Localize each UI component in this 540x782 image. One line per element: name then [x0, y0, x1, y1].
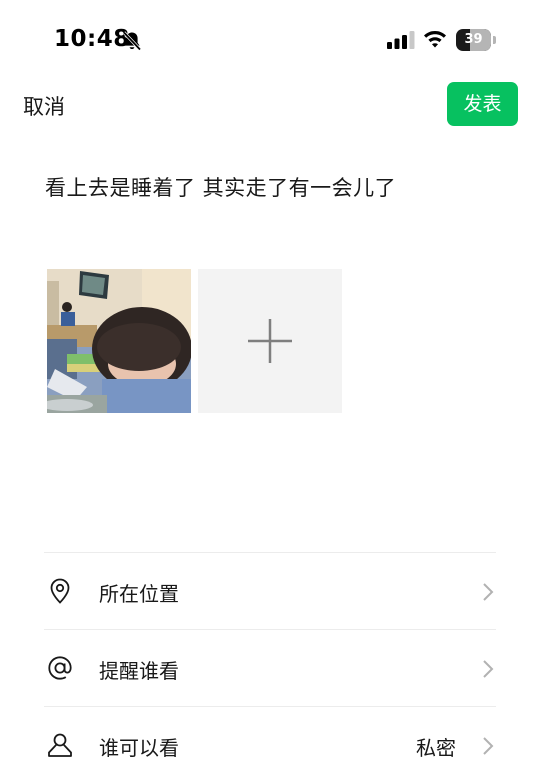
status-bar: 10:48 39: [0, 0, 540, 80]
cellular-signal-icon: [387, 31, 415, 49]
chevron-right-icon: [483, 737, 494, 755]
at-sign-icon: [48, 656, 72, 680]
option-label: 所在位置: [99, 582, 179, 606]
option-visibility[interactable]: 谁可以看 私密: [44, 707, 496, 782]
wifi-icon: [424, 31, 446, 48]
add-photo-button[interactable]: [198, 269, 342, 413]
option-label: 提醒谁看: [99, 659, 179, 683]
battery-level: 39: [464, 32, 483, 47]
option-value: 私密: [416, 736, 456, 760]
post-options-list: 所在位置 提醒谁看 谁可以看 私密: [44, 552, 496, 782]
bell-slash-icon: [122, 31, 142, 51]
chevron-right-icon: [483, 583, 494, 601]
battery-body: 39: [456, 29, 491, 51]
battery-tip: [493, 36, 496, 44]
photo-thumbnail[interactable]: [47, 269, 191, 413]
location-pin-icon: [50, 578, 70, 604]
photo-person-sleeping-on-desk: [47, 269, 191, 413]
cancel-button[interactable]: 取消: [23, 91, 65, 121]
person-icon: [48, 733, 72, 757]
publish-button[interactable]: 发表: [447, 82, 518, 126]
option-location[interactable]: 所在位置: [44, 553, 496, 629]
post-text-input[interactable]: 看上去是睡着了 其实走了有一会儿了: [45, 172, 396, 202]
option-label: 谁可以看: [99, 736, 179, 760]
battery-icon: 39: [456, 29, 496, 51]
plus-icon: [248, 319, 292, 363]
chevron-right-icon: [483, 660, 494, 678]
option-remind[interactable]: 提醒谁看: [44, 630, 496, 706]
status-time: 10:48: [54, 26, 130, 52]
